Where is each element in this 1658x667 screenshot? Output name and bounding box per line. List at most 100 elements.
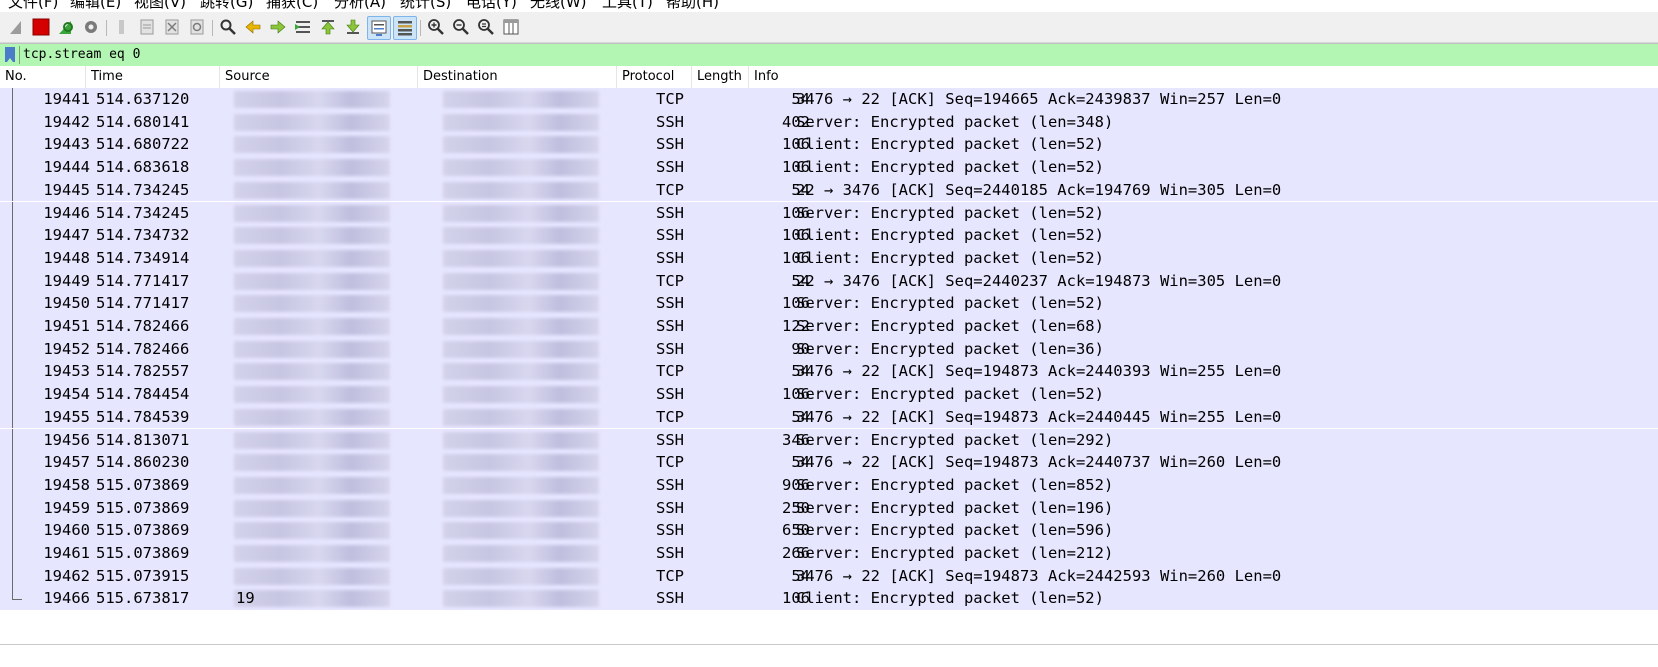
packet-info: Server: Encrypted packet (len=68)	[796, 317, 1104, 335]
redacted-destination-address	[443, 545, 599, 562]
packet-row[interactable]: 19457 514.860230 TCP 54 3476 → 22 [ACK] Seq=…	[0, 451, 1658, 474]
start-capture-fin-icon[interactable]	[6, 17, 26, 37]
column-header-destination[interactable]: Destination	[418, 66, 617, 88]
packet-row[interactable]: 19444 514.683618 SSH 106 Client: Encrypted p…	[0, 156, 1658, 179]
redacted-destination-address	[443, 272, 599, 290]
packet-number: 19455	[43, 407, 90, 426]
column-header-no[interactable]: No.	[0, 66, 86, 88]
menu-wireless[interactable]: 无线(W)	[530, 0, 587, 12]
normal-size-icon[interactable]	[476, 17, 496, 37]
menu-edit[interactable]: 编辑(E)	[70, 0, 121, 12]
packet-row[interactable]: 19443 514.680722 SSH 106 Client: Encrypted p…	[0, 133, 1658, 157]
packet-row[interactable]: 19450 514.771417 SSH 106 Server: Encrypted p…	[0, 292, 1658, 315]
display-filter-input[interactable]	[23, 46, 1623, 64]
filter-bookmark-icon[interactable]	[5, 47, 15, 62]
packet-info: Server: Encrypted packet (len=212)	[796, 544, 1114, 562]
toolbar-separator	[106, 20, 107, 36]
save-file-icon[interactable]	[137, 17, 157, 37]
conversation-tree-line	[12, 269, 13, 293]
packet-row[interactable]: 19456 514.813071 SSH 346 Server: Encrypted p…	[0, 428, 1658, 452]
menu-go[interactable]: 跳转(G)	[200, 0, 253, 12]
menu-file[interactable]: 文件(F)	[8, 0, 58, 12]
conversation-tree-line	[12, 292, 13, 315]
column-header-length[interactable]: Length	[692, 66, 749, 88]
packet-row[interactable]: 19453 514.782557 TCP 54 3476 → 22 [ACK] Seq=…	[0, 360, 1658, 384]
open-file-icon[interactable]	[112, 17, 132, 37]
packet-info: Server: Encrypted packet (len=52)	[796, 385, 1104, 404]
packet-protocol: SSH	[656, 294, 684, 313]
redacted-destination-address	[443, 136, 599, 154]
menu-help[interactable]: 帮助(H)	[666, 0, 719, 12]
go-forward-arrow-icon[interactable]	[268, 17, 288, 37]
menu-analyze[interactable]: 分析(A)	[334, 0, 386, 12]
packet-row[interactable]: 19442 514.680141 SSH 402 Server: Encrypted p…	[0, 110, 1658, 134]
packet-row[interactable]: 19459 515.073869 SSH 250 Server: Encrypted p…	[0, 496, 1658, 520]
redacted-destination-address	[443, 227, 599, 245]
zoom-out-icon[interactable]	[451, 17, 471, 37]
packet-row[interactable]: 19460 515.073869 SSH 650 Server: Encrypted p…	[0, 519, 1658, 542]
redacted-source-address	[234, 181, 390, 199]
packet-row[interactable]: 19451 514.782466 SSH 122 Server: Encrypted p…	[0, 315, 1658, 338]
packet-number: 19454	[43, 385, 90, 404]
zoom-in-icon[interactable]	[426, 17, 446, 37]
menu-view[interactable]: 视图(V)	[134, 0, 186, 12]
menu-telephony[interactable]: 电话(Y)	[466, 0, 517, 12]
packet-number: 19457	[43, 453, 90, 472]
packet-row[interactable]: 19441 514.637120 TCP 54 3476 → 22 [ACK] Seq=…	[0, 88, 1658, 111]
packet-protocol: SSH	[656, 385, 684, 404]
packet-info: Client: Encrypted packet (len=52)	[796, 158, 1104, 177]
redacted-source-address	[234, 545, 390, 562]
find-packet-search-icon[interactable]	[218, 17, 238, 37]
go-to-first-packet-icon[interactable]	[318, 17, 338, 37]
packet-row[interactable]: 19449 514.771417 TCP 54 22 → 3476 [ACK] Seq=…	[0, 269, 1658, 293]
packet-row[interactable]: 19466 515.673817 SSH 106 Client: Encrypted p…	[0, 587, 1658, 611]
packet-row[interactable]: 19455 514.784539 TCP 54 3476 → 22 [ACK] Seq=…	[0, 405, 1658, 429]
redacted-destination-address	[443, 454, 599, 472]
conversation-tree-line	[12, 201, 13, 225]
packet-number: 19458	[43, 475, 90, 494]
conversation-tree-line	[12, 337, 13, 361]
packet-time: 515.073869	[96, 475, 190, 494]
packet-time: 514.771417	[96, 271, 190, 290]
packet-row[interactable]: 19445 514.734245 TCP 54 22 → 3476 [ACK] Seq=…	[0, 178, 1658, 202]
auto-scroll-icon[interactable]	[367, 16, 391, 40]
menu-tools[interactable]: 工具(T)	[602, 0, 653, 12]
packet-protocol: SSH	[656, 135, 684, 154]
packet-info: Client: Encrypted packet (len=52)	[796, 589, 1104, 608]
packet-row[interactable]: 19458 515.073869 SSH 906 Server: Encrypted p…	[0, 473, 1658, 497]
packet-row[interactable]: 19446 514.734245 SSH 106 Server: Encrypted p…	[0, 201, 1658, 225]
packet-row[interactable]: 19448 514.734914 SSH 106 Client: Encrypted p…	[0, 246, 1658, 270]
packet-row[interactable]: 19462 515.073915 TCP 54 3476 → 22 [ACK] Seq=…	[0, 564, 1658, 588]
column-header-protocol[interactable]: Protocol	[617, 66, 692, 88]
go-to-last-packet-icon[interactable]	[343, 17, 363, 37]
stop-capture-icon[interactable]	[31, 17, 51, 37]
column-header-time[interactable]: Time	[86, 66, 220, 88]
go-back-arrow-icon[interactable]	[243, 17, 263, 37]
packet-row[interactable]: 19461 515.073869 SSH 266 Server: Encrypted p…	[0, 542, 1658, 565]
menu-capture[interactable]: 捕获(C)	[266, 0, 318, 12]
capture-options-gear-icon[interactable]	[81, 17, 101, 37]
conversation-tree-line	[12, 224, 13, 247]
packet-number: 19452	[43, 339, 90, 358]
reload-file-icon[interactable]	[187, 17, 207, 37]
restart-capture-icon[interactable]	[56, 17, 76, 37]
redacted-source-address	[234, 567, 390, 585]
toolbar-separator	[420, 20, 421, 36]
column-header-info[interactable]: Info	[749, 66, 1658, 88]
packet-row[interactable]: 19447 514.734732 SSH 106 Client: Encrypted p…	[0, 224, 1658, 247]
colorize-packet-list-icon[interactable]	[393, 16, 417, 40]
menu-statistics[interactable]: 统计(S)	[400, 0, 451, 12]
close-file-icon[interactable]	[162, 17, 182, 37]
packet-info: 22 → 3476 [ACK] Seq=2440185 Ack=194769 W…	[796, 180, 1282, 199]
conversation-tree-line	[12, 133, 13, 157]
packet-number: 19466	[43, 589, 90, 608]
resize-columns-icon[interactable]	[501, 17, 521, 37]
packet-row[interactable]: 19454 514.784454 SSH 106 Server: Encrypted p…	[0, 383, 1658, 406]
redacted-destination-address	[443, 476, 599, 494]
column-header-source[interactable]: Source	[220, 66, 418, 88]
redacted-source-address	[234, 454, 390, 472]
packet-protocol: TCP	[656, 362, 684, 381]
redacted-destination-address	[443, 522, 599, 540]
packet-row[interactable]: 19452 514.782466 SSH 90 Server: Encrypted pa…	[0, 337, 1658, 361]
go-to-packet-icon[interactable]	[293, 17, 313, 37]
